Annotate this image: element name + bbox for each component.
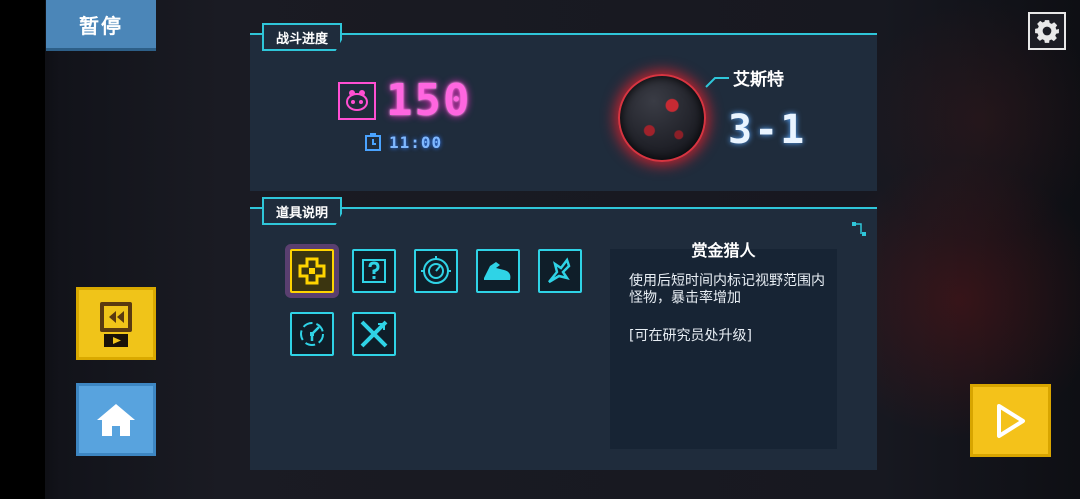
item-bounty-hunter[interactable] [290, 249, 334, 293]
home-button[interactable] [76, 383, 156, 456]
planet-icon [618, 74, 706, 162]
item-description-box: 赏金猎人 使用后短时间内标记视野范围内怪物，暴击率增加 [可在研究员处升级] [610, 241, 837, 449]
battle-progress-panel: 战斗进度 150 11:00 艾斯特 3-1 [250, 23, 877, 191]
crossed-swords-icon [360, 320, 388, 348]
item-swords[interactable] [352, 312, 396, 356]
level-number: 3-1 [728, 107, 807, 153]
item-name: 赏金猎人 [691, 241, 756, 260]
item-claw[interactable] [538, 249, 582, 293]
kill-count-icon [338, 82, 376, 120]
battle-progress-title: 战斗进度 [262, 23, 343, 51]
item-info-title: 道具说明 [262, 197, 343, 225]
item-radar[interactable] [414, 249, 458, 293]
item-info-panel: 道具说明 赏金猎人 使用后短时间内标记视野范围内怪物，暴击率增加 [可在研究员处… [250, 197, 877, 470]
settings-button[interactable] [1028, 12, 1066, 50]
pause-button[interactable]: 暂停 [46, 0, 156, 51]
left-edge [0, 0, 45, 499]
item-mystery[interactable] [352, 249, 396, 293]
watch-video-button[interactable] [76, 287, 156, 360]
question-mark-icon [362, 259, 386, 283]
bounty-hunter-icon [298, 257, 326, 285]
video-rewind-icon [100, 301, 132, 347]
level-name: 艾斯特 [733, 70, 784, 90]
home-icon [97, 403, 135, 436]
continue-button[interactable] [970, 384, 1051, 457]
strength-arm-icon [484, 262, 511, 280]
clock-speed-icon [300, 322, 324, 346]
expand-icon[interactable] [851, 221, 867, 237]
pause-label: 暂停 [79, 13, 123, 38]
radar-icon [421, 256, 451, 284]
level-pointer [705, 77, 729, 88]
timer-icon [365, 133, 381, 151]
item-clock[interactable] [290, 312, 334, 356]
claw-hand-icon [548, 257, 571, 284]
item-description-text: 使用后短时间内标记视野范围内怪物，暴击率增加 [629, 273, 825, 306]
item-strength[interactable] [476, 249, 520, 293]
score-value: 150 [386, 75, 472, 126]
play-icon [996, 403, 1025, 438]
gear-icon [1035, 20, 1059, 43]
time-value: 11:00 [389, 133, 443, 152]
item-upgrade-note: [可在研究员处升级] [629, 328, 752, 344]
